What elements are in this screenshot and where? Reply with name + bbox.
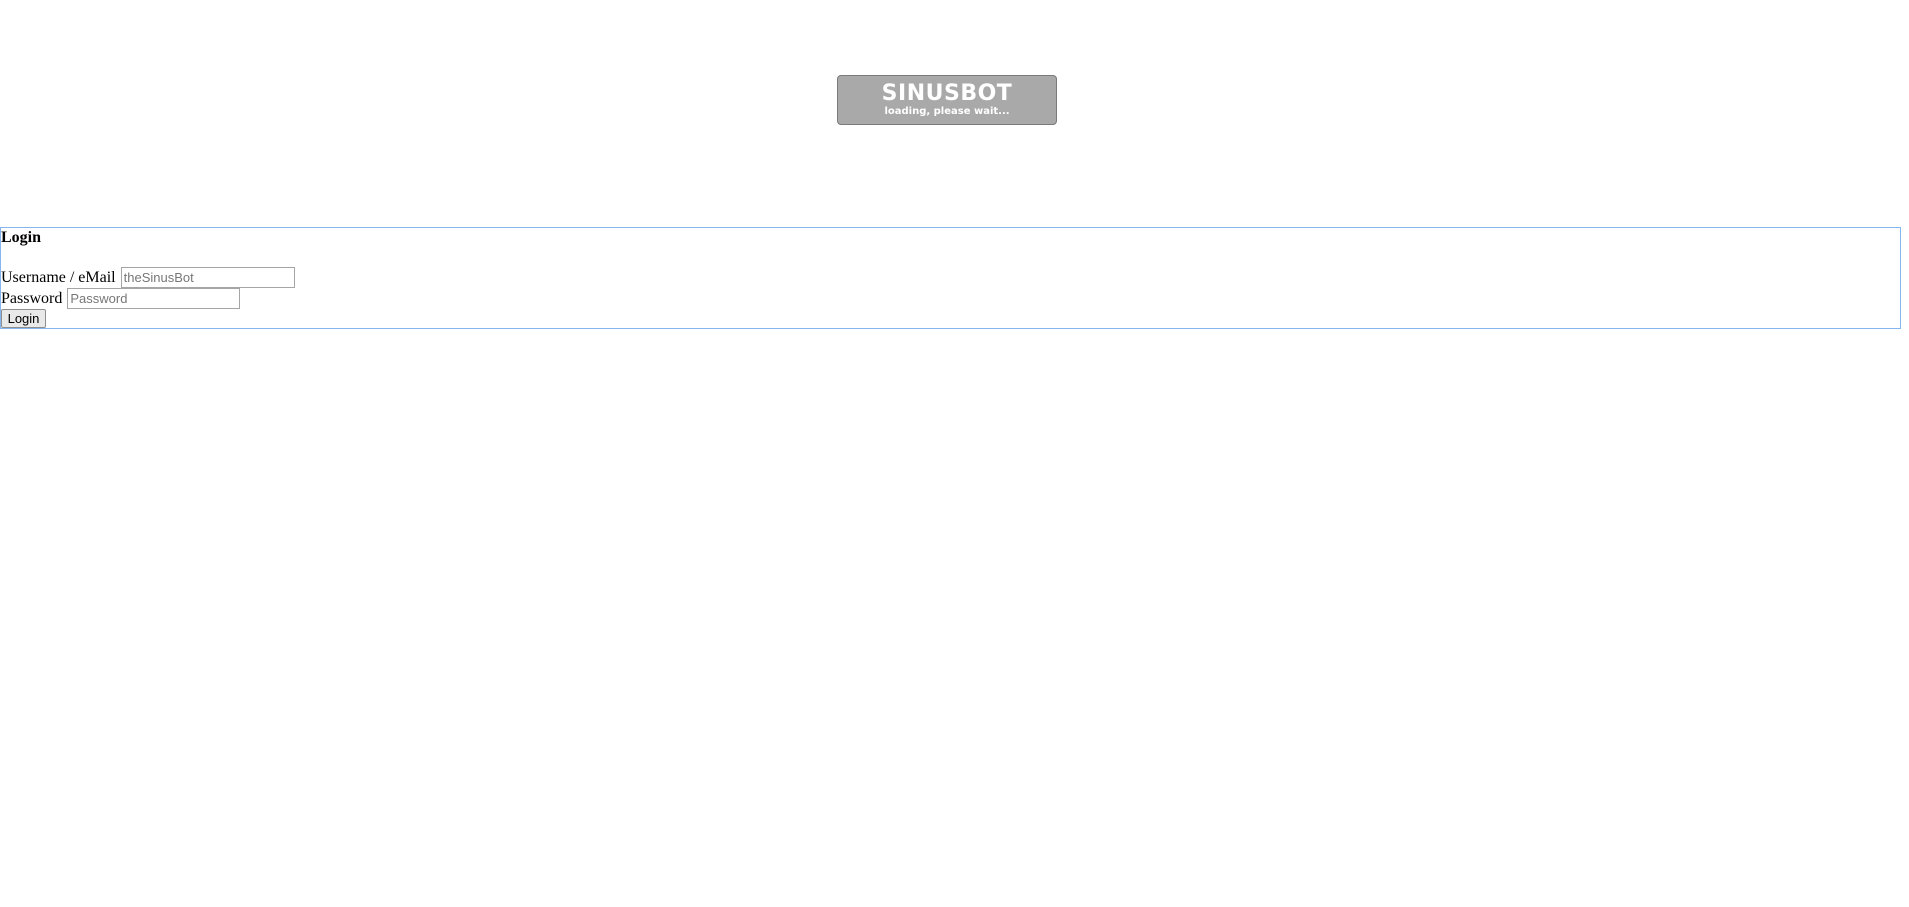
password-input[interactable] [67,287,241,309]
login-form: Login Username / eMail Password Login [0,227,1901,329]
password-label: Password [1,289,63,307]
loading-indicator: SINUSBOT loading, please wait... [837,75,1057,125]
sinusbot-logo: SINUSBOT [881,81,1013,106]
loading-status-text: loading, please wait... [884,106,1010,117]
login-button[interactable]: Login [1,309,46,328]
password-row: Password [1,287,241,309]
login-heading: Login [1,229,42,246]
username-input[interactable] [120,266,295,288]
username-row: Username / eMail [1,266,295,288]
username-label: Username / eMail [1,268,116,286]
